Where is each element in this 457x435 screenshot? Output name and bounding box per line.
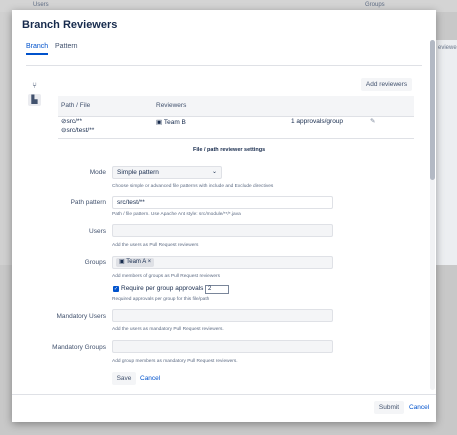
require-approvals-label: Require per group approvals — [121, 285, 204, 292]
tabs-divider — [26, 65, 422, 66]
group-tag: ▣ Team A × — [116, 258, 155, 267]
group-icon: ▣ — [119, 259, 125, 265]
reviewer-team-b: ▣ Team B — [156, 118, 186, 126]
mandatory-users-label: Mandatory Users — [56, 313, 107, 320]
background-users-header: Users — [33, 2, 49, 8]
chevron-down-icon: ⌄ — [211, 169, 217, 175]
tab-branch[interactable]: Branch — [26, 43, 48, 50]
add-reviewers-button[interactable]: Add reviewers — [361, 78, 412, 91]
dialog-scrollbar[interactable] — [430, 40, 435, 390]
approvals-count: 1 approvals/group — [291, 118, 344, 125]
mode-label: Mode — [89, 169, 106, 176]
mandatory-users-input[interactable] — [112, 309, 333, 322]
mode-select[interactable]: Simple pattern ⌄ — [112, 166, 222, 179]
mode-help: Choose simple or advanced file patterns … — [112, 184, 274, 189]
section-title: File / path reviewer settings — [193, 147, 266, 153]
mandatory-users-help: Add the users as mandatory Pull Request … — [112, 327, 224, 332]
tab-branch-underline — [26, 53, 48, 55]
scrollbar-thumb[interactable] — [430, 40, 435, 180]
column-reviewers: Reviewers — [156, 102, 187, 109]
approvals-number-input[interactable]: 2 — [205, 285, 229, 294]
path-text: src/** — [66, 118, 82, 125]
background-groups-header: Groups — [365, 2, 385, 8]
table-divider — [58, 138, 414, 139]
reviewer-name: Team B — [163, 119, 186, 126]
mode-value: Simple pattern — [117, 169, 159, 176]
building-icon[interactable]: ▙ — [28, 94, 41, 106]
require-approvals-checkbox[interactable]: ✓ — [113, 286, 119, 292]
users-input[interactable] — [112, 224, 333, 237]
path-pattern-label: Path pattern — [70, 199, 106, 206]
cancel-link[interactable]: Cancel — [140, 375, 160, 382]
path-text: src/test/** — [66, 127, 95, 134]
path-src-test: ⊖src/test/** — [61, 127, 95, 134]
tab-pattern[interactable]: Pattern — [55, 43, 78, 50]
group-icon: ▣ — [156, 119, 163, 126]
users-label: Users — [89, 228, 106, 235]
users-help: Add the users as Pull Request reviewers — [112, 243, 199, 248]
column-path-file: Path / File — [61, 102, 91, 109]
mandatory-groups-label: Mandatory Groups — [52, 344, 106, 351]
save-button[interactable]: Save — [112, 372, 136, 385]
dialog-title: Branch Reviewers — [22, 19, 118, 31]
footer-divider — [12, 394, 436, 395]
background-left-strip — [0, 12, 12, 265]
remove-tag-icon[interactable]: × — [148, 259, 152, 265]
background-reviewers-fragment: eviewe — [438, 45, 457, 51]
group-tag-label: Team A — [126, 259, 146, 265]
path-pattern-help: Path / file pattern. Use Apache Ant styl… — [112, 212, 241, 217]
groups-input[interactable]: ▣ Team A × — [112, 256, 333, 269]
require-approvals-help: Required approvals per group for this fi… — [112, 297, 210, 302]
submit-button[interactable]: Submit — [374, 401, 404, 414]
reviewers-table-header: Path / File Reviewers — [58, 96, 414, 117]
groups-help: Add members of groups as Pull Request re… — [112, 274, 220, 279]
groups-label: Groups — [84, 259, 106, 266]
footer-cancel-link[interactable]: Cancel — [409, 404, 429, 411]
edit-icon[interactable]: ✎ — [370, 117, 375, 125]
mandatory-groups-help: Add group members as mandatory Pull Requ… — [112, 359, 238, 364]
mandatory-groups-input[interactable] — [112, 340, 333, 353]
path-pattern-input[interactable]: src/test/** — [112, 196, 333, 209]
background-right-panel: eviewe — [436, 40, 457, 265]
branch-icon[interactable]: ⑂ — [28, 80, 41, 92]
path-src-all: ⊘src/** — [61, 118, 82, 125]
